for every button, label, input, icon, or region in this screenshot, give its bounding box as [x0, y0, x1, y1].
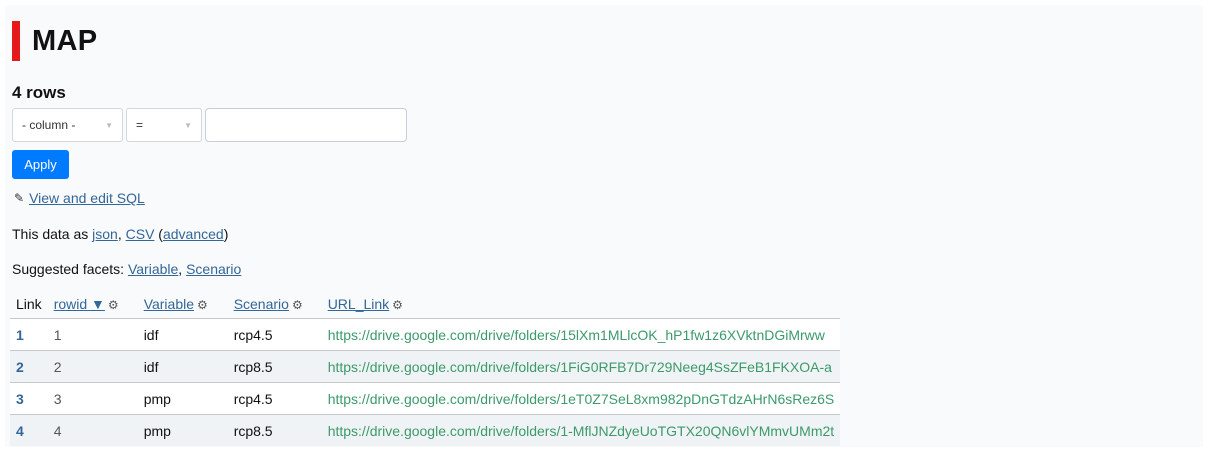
export-close-paren: )	[223, 226, 229, 242]
export-row: This data as json, CSV (advanced)	[12, 226, 228, 242]
url-cell: https://drive.google.com/drive/folders/1…	[321, 350, 841, 383]
variable-cell: pmp	[137, 414, 228, 446]
facet-scenario-link[interactable]: Scenario	[186, 261, 241, 277]
data-table: Link rowid ▼ ⚙ Variable ⚙ Scenario ⚙ URL_Li…	[10, 292, 841, 446]
url-cell: https://drive.google.com/drive/folders/1…	[321, 318, 841, 351]
filter-value-input[interactable]	[205, 108, 407, 142]
cog-icon[interactable]: ⚙	[197, 298, 208, 312]
variable-cell: idf	[137, 350, 228, 383]
chevron-down-icon: ▼	[184, 120, 192, 130]
column-header-scenario-link[interactable]: Scenario	[234, 296, 289, 312]
export-separator: ,	[117, 226, 126, 242]
table-row: 4 4 pmp rcp8.5 https://drive.google.com/…	[10, 414, 841, 446]
apply-button[interactable]: Apply	[12, 150, 69, 179]
table-row: 1 1 idf rcp4.5 https://drive.google.com/…	[10, 318, 841, 351]
column-header-scenario: Scenario ⚙	[228, 292, 322, 319]
cog-icon[interactable]: ⚙	[108, 298, 119, 312]
scenario-cell: rcp4.5	[227, 382, 322, 415]
cog-icon[interactable]: ⚙	[392, 298, 403, 312]
column-header-variable: Variable ⚙	[138, 292, 228, 319]
column-header-rowid: rowid ▼ ⚙	[48, 292, 138, 319]
table-row: 3 3 pmp rcp4.5 https://drive.google.com/…	[10, 382, 841, 415]
row-link[interactable]: 1	[10, 318, 48, 351]
facet-variable-link[interactable]: Variable	[128, 261, 178, 277]
column-header-rowid-link[interactable]: rowid ▼	[54, 296, 105, 312]
sql-link-row: ✎ View and edit SQL	[14, 190, 145, 206]
column-header-url-link: URL_Link ⚙	[322, 292, 841, 319]
rowid-cell: 4	[47, 414, 138, 446]
url-cell: https://drive.google.com/drive/folders/1…	[321, 382, 841, 415]
export-open-paren: (	[154, 226, 163, 242]
operator-select[interactable]: = ▼	[126, 108, 202, 142]
facets-prefix: Suggested facets:	[12, 261, 128, 277]
url-cell: https://drive.google.com/drive/folders/1…	[321, 414, 841, 446]
row-link[interactable]: 2	[10, 350, 48, 383]
export-advanced-link[interactable]: advanced	[163, 226, 224, 242]
operator-select-value: =	[136, 118, 144, 132]
export-prefix: This data as	[12, 226, 93, 242]
suggested-facets: Suggested facets: Variable, Scenario	[12, 261, 241, 277]
rowid-cell: 2	[47, 350, 138, 383]
table-row: 2 2 idf rcp8.5 https://drive.google.com/…	[10, 350, 841, 383]
column-header-variable-link[interactable]: Variable	[144, 296, 194, 312]
pencil-icon: ✎	[14, 191, 25, 205]
row-link[interactable]: 4	[10, 414, 48, 446]
variable-cell: idf	[137, 318, 228, 351]
column-header-url-link-link[interactable]: URL_Link	[328, 296, 389, 312]
title-accent-bar	[12, 21, 20, 61]
page-container: MAP 4 rows - column - ▼ = ▼ Apply ✎ View…	[5, 5, 1203, 447]
page-title: MAP	[32, 24, 98, 57]
facets-separator: ,	[178, 261, 187, 277]
filter-row: - column - ▼ = ▼	[12, 108, 407, 142]
view-edit-sql-link[interactable]: View and edit SQL	[29, 190, 145, 206]
scenario-cell: rcp8.5	[227, 414, 322, 446]
variable-cell: pmp	[137, 382, 228, 415]
export-csv-link[interactable]: CSV	[126, 226, 155, 242]
column-header-label: Link	[16, 296, 42, 312]
column-select-value: - column -	[22, 118, 76, 132]
table-header-row: Link rowid ▼ ⚙ Variable ⚙ Scenario ⚙ URL_Li…	[10, 292, 840, 319]
column-header-link: Link	[10, 292, 48, 319]
column-select[interactable]: - column - ▼	[12, 108, 123, 142]
scenario-cell: rcp4.5	[227, 318, 322, 351]
rowid-cell: 3	[47, 382, 138, 415]
row-link[interactable]: 3	[10, 382, 48, 415]
chevron-down-icon: ▼	[105, 120, 113, 130]
page-header: MAP	[12, 21, 97, 61]
rows-count: 4 rows	[12, 83, 66, 102]
scenario-cell: rcp8.5	[227, 350, 322, 383]
cog-icon[interactable]: ⚙	[292, 298, 303, 312]
export-json-link[interactable]: json	[92, 226, 118, 242]
rowid-cell: 1	[47, 318, 138, 351]
